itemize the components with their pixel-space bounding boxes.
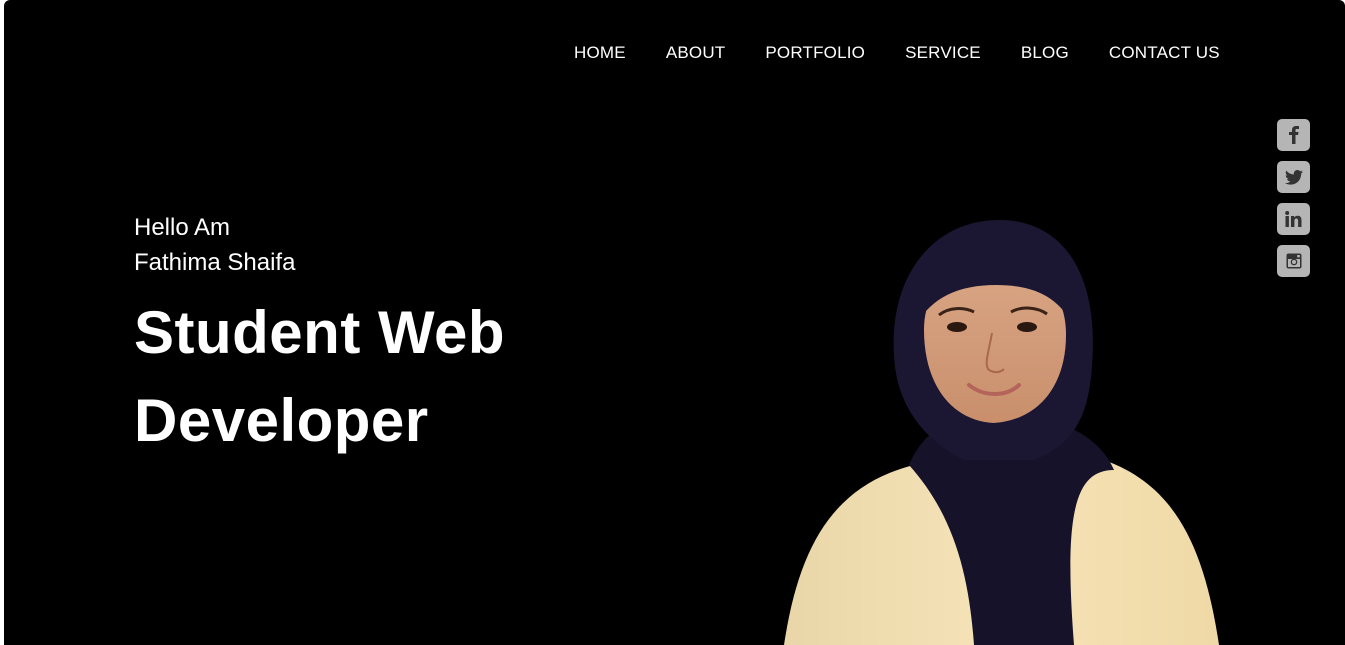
page-frame: HOME ABOUT PORTFOLIO SERVICE BLOG CONTAC… — [4, 0, 1345, 645]
facebook-icon — [1288, 126, 1299, 144]
nav-item-blog[interactable]: BLOG — [1021, 42, 1069, 64]
main-nav: HOME ABOUT PORTFOLIO SERVICE BLOG CONTAC… — [574, 42, 1220, 64]
nav-item-service[interactable]: SERVICE — [905, 42, 981, 64]
linkedin-icon — [1285, 211, 1302, 227]
nav-item-about[interactable]: ABOUT — [666, 42, 726, 64]
greeting-name: Fathima Shaifa — [134, 249, 296, 276]
nav-item-home[interactable]: HOME — [574, 42, 626, 64]
headline-line-2: Developer — [134, 387, 429, 454]
greeting-line-1: Hello Am — [134, 214, 231, 241]
social-links — [1277, 119, 1310, 277]
profile-portrait — [784, 220, 1219, 645]
hero-section: Hello Am Fathima Shaifa Student Web Deve… — [134, 210, 505, 456]
facebook-link[interactable] — [1277, 119, 1310, 151]
instagram-icon — [1286, 253, 1301, 269]
nav-item-contact-us[interactable]: CONTACT US — [1109, 42, 1220, 64]
twitter-link[interactable] — [1277, 161, 1310, 193]
twitter-icon — [1284, 169, 1303, 185]
headline-line-1: Student Web — [134, 299, 506, 366]
nav-item-portfolio[interactable]: PORTFOLIO — [765, 42, 865, 64]
instagram-link[interactable] — [1277, 245, 1310, 277]
linkedin-link[interactable] — [1277, 203, 1310, 235]
